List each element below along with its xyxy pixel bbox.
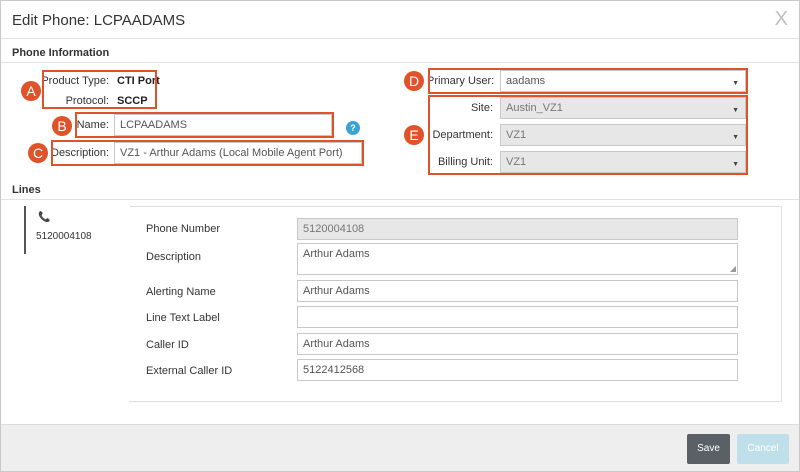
name-input[interactable]: LCPAADAMS — [114, 114, 332, 136]
caller-id-input[interactable]: Arthur Adams — [297, 333, 738, 355]
alerting-name-input[interactable]: Arthur Adams — [297, 280, 738, 302]
caret-down-icon: ▼ — [732, 161, 739, 168]
description-input[interactable]: VZ1 - Arthur Adams (Local Mobile Agent P… — [114, 142, 362, 164]
dialog-footer — [1, 424, 799, 471]
caret-down-icon: ▼ — [732, 80, 739, 87]
external-caller-id-label: External Caller ID — [146, 365, 233, 377]
callout-e-badge: E — [404, 125, 424, 145]
product-type-value: CTI Port — [117, 75, 160, 87]
description-label: Description: — [51, 147, 110, 159]
name-label: Name: — [76, 119, 109, 131]
alerting-name-label: Alerting Name — [146, 286, 216, 298]
primary-user-value: aadams — [506, 75, 546, 87]
line-text-label-input[interactable] — [297, 306, 738, 328]
site-select[interactable]: Austin_VZ1 ▼ — [500, 97, 746, 119]
site-value: Austin_VZ1 — [506, 102, 563, 114]
line-description-textarea[interactable]: Arthur Adams ◢ — [297, 243, 738, 275]
product-type-label: Product Type: — [41, 75, 109, 87]
phone-info-section-title: Phone Information — [12, 47, 110, 59]
caret-down-icon: ▼ — [732, 107, 739, 114]
help-icon[interactable]: ? — [346, 121, 360, 135]
primary-user-label: Primary User: — [427, 75, 495, 87]
department-label: Department: — [432, 129, 493, 141]
save-button[interactable]: Save — [687, 434, 730, 464]
department-select[interactable]: VZ1 ▼ — [500, 124, 746, 146]
dialog-header: Edit Phone: LCPAADAMS X — [1, 1, 799, 39]
line-description-value: Arthur Adams — [303, 248, 370, 260]
primary-user-select[interactable]: aadams ▼ — [500, 70, 746, 92]
line-text-label-label: Line Text Label — [146, 312, 220, 324]
caret-down-icon: ▼ — [732, 134, 739, 141]
lines-section-title: Lines — [12, 184, 41, 196]
protocol-value: SCCP — [117, 95, 148, 107]
resize-grip-icon[interactable]: ◢ — [730, 265, 736, 273]
department-value: VZ1 — [506, 129, 527, 141]
phone-number-input[interactable]: 5120004108 — [297, 218, 738, 240]
callout-a-badge: A — [21, 81, 41, 101]
phone-icon: 📞 — [38, 212, 51, 223]
caller-id-label: Caller ID — [146, 339, 189, 351]
billing-unit-value: VZ1 — [506, 156, 527, 168]
site-label: Site: — [470, 102, 493, 114]
section-divider — [1, 199, 799, 200]
billing-unit-select[interactable]: VZ1 ▼ — [500, 151, 746, 173]
line-tab[interactable]: 📞 5120004108 — [24, 206, 130, 254]
close-icon[interactable]: X — [775, 9, 788, 29]
callout-c-badge: C — [28, 143, 48, 163]
edit-phone-dialog: Edit Phone: LCPAADAMS X Phone Informatio… — [0, 0, 800, 472]
phone-number-label: Phone Number — [146, 223, 220, 235]
cancel-button[interactable]: Cancel — [737, 434, 789, 464]
callout-b-badge: B — [52, 116, 72, 136]
callout-d-badge: D — [404, 71, 424, 91]
billing-unit-label: Billing Unit: — [437, 156, 493, 168]
section-divider — [1, 62, 799, 63]
external-caller-id-input[interactable]: 5122412568 — [297, 359, 738, 381]
line-tab-number: 5120004108 — [36, 231, 92, 242]
dialog-title: Edit Phone: LCPAADAMS — [12, 12, 186, 29]
line-description-label: Description — [146, 251, 202, 263]
protocol-label: Protocol: — [65, 95, 109, 107]
